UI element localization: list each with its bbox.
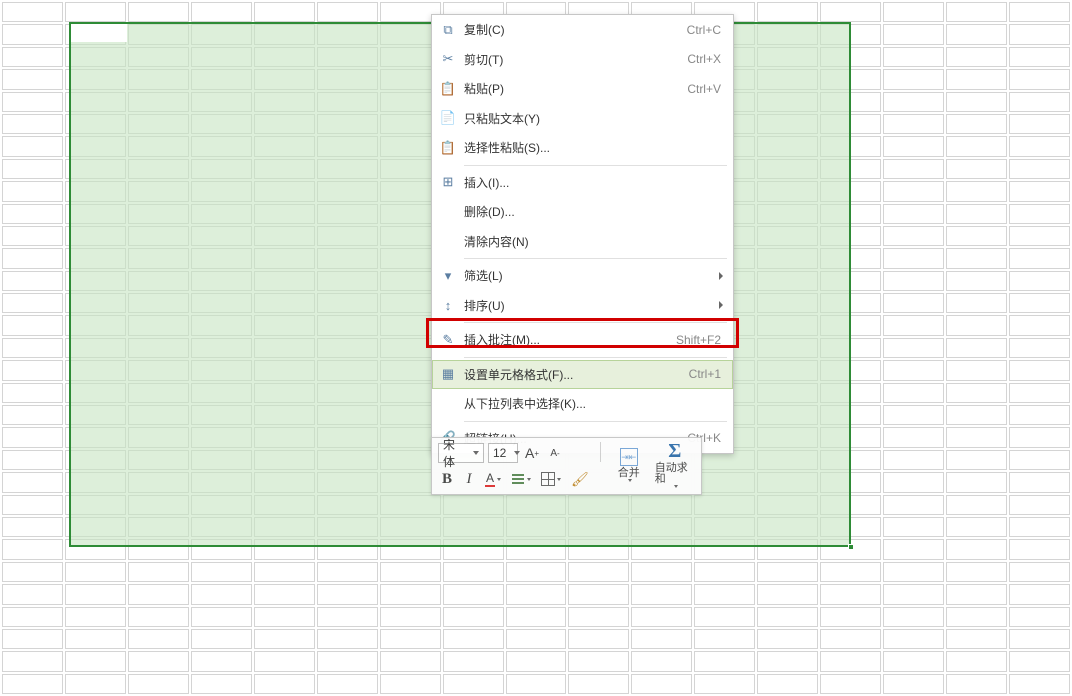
- menu-label: 排序(U): [458, 297, 721, 314]
- menu-label: 剪切(T): [458, 51, 687, 68]
- menu-label: 插入批注(M)...: [458, 331, 676, 348]
- align-button[interactable]: [508, 469, 534, 489]
- italic-button[interactable]: I: [460, 469, 478, 489]
- menu-label: 筛选(L): [458, 267, 721, 284]
- menu-separator: [464, 421, 727, 422]
- menu-item-K[interactable]: 从下拉列表中选择(K)...: [432, 389, 733, 419]
- menu-item-S[interactable]: 📋选择性粘贴(S)...: [432, 133, 733, 163]
- brush-icon: 🖌: [571, 471, 589, 488]
- menu-shortcut: Ctrl+1: [689, 367, 727, 381]
- increase-font-button[interactable]: A+: [522, 443, 542, 463]
- insert-icon: ⊞: [438, 174, 458, 190]
- font-size-select[interactable]: 12: [488, 443, 518, 463]
- align-icon: [511, 472, 525, 486]
- menu-label: 粘贴(P): [458, 80, 687, 97]
- menu-label: 删除(D)...: [458, 203, 721, 220]
- menu-label: 插入(I)...: [458, 174, 721, 191]
- menu-shortcut: Ctrl+X: [687, 52, 727, 66]
- menu-item-I[interactable]: ⊞插入(I)...: [432, 168, 733, 198]
- context-menu: ⧉复制(C)Ctrl+C✂剪切(T)Ctrl+X📋粘贴(P)Ctrl+V📄只粘贴…: [431, 14, 734, 454]
- menu-shortcut: Ctrl+V: [687, 82, 727, 96]
- menu-label: 复制(C): [458, 21, 687, 38]
- menu-separator: [464, 258, 727, 259]
- decrease-font-button[interactable]: A-: [546, 443, 564, 463]
- menu-item-L[interactable]: ▾筛选(L): [432, 261, 733, 291]
- menu-separator: [464, 165, 727, 166]
- menu-separator: [464, 322, 727, 323]
- menu-item-F[interactable]: ▦设置单元格格式(F)...Ctrl+1: [432, 360, 733, 390]
- menu-item-N[interactable]: 清除内容(N): [432, 227, 733, 257]
- menu-item-T[interactable]: ✂剪切(T)Ctrl+X: [432, 45, 733, 75]
- menu-label: 清除内容(N): [458, 233, 721, 250]
- font-size-value: 12: [493, 446, 506, 460]
- menu-shortcut: Shift+F2: [676, 333, 727, 347]
- sigma-icon: Σ: [668, 440, 681, 463]
- font-name-value: 宋体: [443, 436, 465, 470]
- font-color-button[interactable]: A: [482, 469, 504, 489]
- menu-item-P[interactable]: 📋粘贴(P)Ctrl+V: [432, 74, 733, 104]
- mini-toolbar: 宋体 12 A+ A- B I A: [431, 437, 702, 495]
- bold-button[interactable]: B: [438, 469, 456, 489]
- format-painter-button[interactable]: 🖌: [568, 469, 592, 489]
- menu-item-D[interactable]: 删除(D)...: [432, 197, 733, 227]
- menu-separator: [464, 357, 727, 358]
- menu-item-Y[interactable]: 📄只粘贴文本(Y): [432, 104, 733, 134]
- menu-item-C[interactable]: ⧉复制(C)Ctrl+C: [432, 15, 733, 45]
- menu-label: 从下拉列表中选择(K)...: [458, 395, 721, 412]
- filter-icon: ▾: [438, 268, 458, 284]
- menu-label: 设置单元格格式(F)...: [458, 366, 689, 383]
- paste-text-icon: 📄: [438, 110, 458, 126]
- sort-icon: ↕: [438, 298, 458, 313]
- comment-icon: ✎: [438, 332, 458, 348]
- cut-icon: ✂: [438, 51, 458, 67]
- autosum-button[interactable]: Σ 自动求和: [655, 442, 695, 486]
- menu-item-U[interactable]: ↕排序(U): [432, 291, 733, 321]
- toolbar-separator: [600, 442, 601, 462]
- merge-icon: ⇥⇤: [620, 448, 638, 466]
- paste-special-icon: 📋: [438, 140, 458, 156]
- menu-shortcut: Ctrl+C: [687, 23, 727, 37]
- format-cells-icon: ▦: [438, 366, 458, 382]
- menu-label: 只粘贴文本(Y): [458, 110, 721, 127]
- merge-button[interactable]: ⇥⇤ 合并: [609, 442, 649, 486]
- menu-item-M[interactable]: ✎插入批注(M)...Shift+F2: [432, 325, 733, 355]
- font-name-select[interactable]: 宋体: [438, 443, 484, 463]
- menu-label: 选择性粘贴(S)...: [458, 139, 721, 156]
- paste-icon: 📋: [438, 81, 458, 97]
- borders-button[interactable]: [538, 469, 564, 489]
- borders-icon: [541, 472, 555, 486]
- copy-icon: ⧉: [438, 22, 458, 38]
